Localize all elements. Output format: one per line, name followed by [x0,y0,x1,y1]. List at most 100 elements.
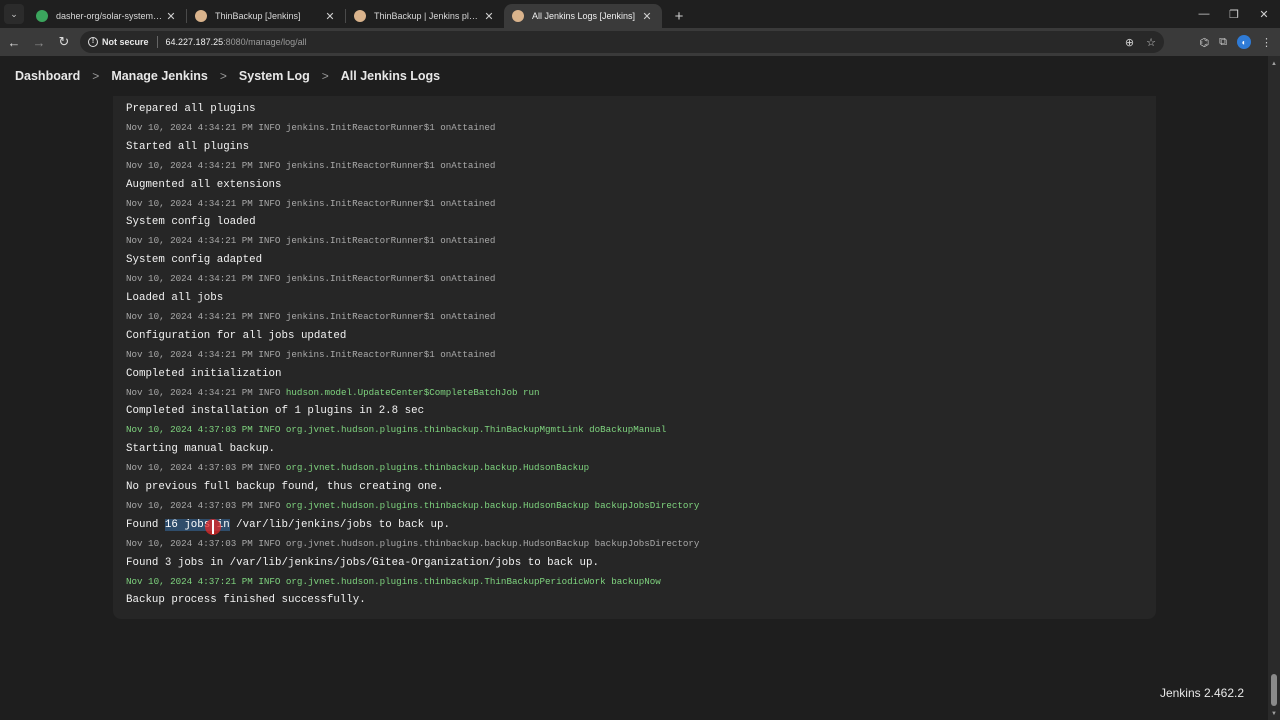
log-source: jenkins.InitReactorRunner$1 onAttained [285,235,496,247]
tab-close-icon[interactable]: ✕ [164,9,178,23]
log-timestamp: Nov 10, 2024 4:34:21 PM [126,310,253,322]
tab-close-icon[interactable]: ✕ [482,9,496,23]
back-icon[interactable]: ← [3,31,25,53]
close-window-icon[interactable]: ✕ [1248,0,1280,28]
tab-close-icon[interactable]: ✕ [323,9,337,23]
tab-favicon-icon [36,10,48,22]
log-source: jenkins.InitReactorRunner$1 onAttained [285,121,496,133]
bookmark-star-icon[interactable]: ☆ [1146,36,1156,49]
log-message: Starting manual backup. [126,443,276,456]
extension-icon[interactable]: ⌬ [1200,36,1210,49]
browser-tab[interactable]: ThinBackup [Jenkins] ✕ [187,4,345,28]
log-source: jenkins.InitReactorRunner$1 onAttained [285,197,496,209]
forward-icon[interactable]: → [28,31,50,53]
minimize-icon[interactable]: — [1188,0,1220,28]
log-timestamp: Nov 10, 2024 4:34:21 PM [126,159,253,171]
kebab-menu-icon[interactable]: ⋮ [1261,36,1272,49]
tab-favicon-icon [195,10,207,22]
new-tab-icon[interactable]: + [668,5,690,27]
profile-avatar[interactable]: ◐ [1237,35,1251,49]
scroll-up-icon[interactable]: ▲ [1268,58,1280,70]
log-level: INFO [258,197,281,209]
log-entry-header: Nov 10, 2024 4:37:03 PM INFO org.jvnet.h… [126,424,666,435]
log-level: INFO [258,386,281,398]
log-level: INFO [258,424,281,436]
scroll-down-icon[interactable]: ▼ [1268,708,1280,720]
text-cursor-icon [212,520,214,534]
log-timestamp: Nov 10, 2024 4:34:21 PM [126,386,253,398]
tab-strip: dasher-org/solar-system - solar✕ThinBack… [28,4,662,28]
log-message: Completed initialization [126,367,282,380]
log-level: INFO [258,310,281,322]
log-entry-header: Nov 10, 2024 4:37:03 PM INFO org.jvnet.h… [126,538,699,549]
log-level: INFO [258,462,281,474]
log-timestamp: Nov 10, 2024 4:34:21 PM [126,273,253,285]
log-level: INFO [258,121,281,133]
log-message: Prepared all plugins [126,103,256,115]
jenkins-version[interactable]: Jenkins 2.462.2 [1160,686,1244,700]
tab-title: All Jenkins Logs [Jenkins] [532,11,636,21]
zoom-icon[interactable]: ⊕ [1125,36,1134,49]
log-level: INFO [258,499,281,511]
browser-tab[interactable]: dasher-org/solar-system - solar✕ [28,4,186,28]
breadcrumb-item[interactable]: Manage Jenkins [111,69,208,83]
omnibox-actions: ⊕ ☆ [1125,31,1156,53]
log-level: INFO [258,348,281,360]
tab-search-icon[interactable]: ⌄ [4,4,24,24]
reload-icon[interactable]: ↻ [53,31,75,53]
log-timestamp: Nov 10, 2024 4:37:03 PM [126,424,253,436]
breadcrumb-item[interactable]: Dashboard [15,69,80,83]
tab-favicon-icon [354,10,366,22]
log-timestamp: Nov 10, 2024 4:34:21 PM [126,235,253,247]
log-message-text: /var/lib/jenkins/jobs to back up. [229,518,450,531]
tab-title: ThinBackup [Jenkins] [215,11,301,21]
log-timestamp: Nov 10, 2024 4:37:03 PM [126,499,253,511]
log-message: System config adapted [126,254,263,267]
log-entry-header: Nov 10, 2024 4:34:21 PM INFO jenkins.Ini… [126,273,495,284]
tab-title: dasher-org/solar-system - solar [56,11,164,21]
log-source: org.jvnet.hudson.plugins.thinbackup.back… [285,499,700,511]
log-message: No previous full backup found, thus crea… [126,481,444,493]
log-message: Found 16 jobs in /var/lib/jenkins/jobs t… [126,518,450,531]
log-message: System config loaded [126,216,256,229]
page-scrollbar[interactable]: ▲ ▼ [1268,56,1280,720]
tab-close-icon[interactable]: ✕ [640,9,654,23]
breadcrumb-item[interactable]: System Log [239,69,310,83]
scrollbar-thumb[interactable] [1271,674,1277,706]
browser-tab[interactable]: All Jenkins Logs [Jenkins] ✕ [504,4,662,28]
browser-tab[interactable]: ThinBackup | Jenkins plugin ✕ [346,4,504,28]
log-entry-header: Nov 10, 2024 4:34:21 PM INFO jenkins.Ini… [126,122,495,133]
log-message: Configuration for all jobs updated [126,329,347,342]
warning-icon: ! [88,37,98,47]
log-timestamp: Nov 10, 2024 4:37:03 PM [126,462,253,474]
log-entry-header: Nov 10, 2024 4:34:21 PM INFO jenkins.Ini… [126,349,495,360]
chevron-right-icon: > [321,69,329,83]
log-level: INFO [258,537,281,549]
restore-icon[interactable]: ❐ [1218,0,1250,28]
chevron-right-icon: > [219,69,227,83]
breadcrumb-item[interactable]: All Jenkins Logs [341,69,440,83]
log-source: hudson.model.UpdateCenter$CompleteBatchJ… [285,386,540,398]
log-timestamp: Nov 10, 2024 4:37:21 PM [126,575,253,587]
log-message: Started all plugins [126,140,250,153]
tab-favicon-icon [512,10,524,22]
log-entry-header: Nov 10, 2024 4:34:21 PM INFO hudson.mode… [126,387,540,398]
log-entry-header: Nov 10, 2024 4:34:21 PM INFO jenkins.Ini… [126,311,495,322]
browser-tab-bar: ⌄ dasher-org/solar-system - solar✕ThinBa… [0,0,1280,28]
log-entry-header: Nov 10, 2024 4:37:21 PM INFO org.jvnet.h… [126,576,661,587]
log-panel: Prepared all plugins Nov 10, 2024 4:34:21… [113,96,1156,619]
log-message: Augmented all extensions [126,178,282,191]
log-source: org.jvnet.hudson.plugins.thinbackup.Thin… [285,424,667,436]
url-host: 64.227.187.25 [165,37,224,47]
browser-actions: ⌬ ⧉ ◐ ⋮ [1200,28,1280,56]
log-source: org.jvnet.hudson.plugins.thinbackup.back… [285,462,590,474]
security-label[interactable]: Not secure [102,37,149,47]
log-timestamp: Nov 10, 2024 4:37:03 PM [126,537,253,549]
address-bar[interactable]: ! Not secure 64.227.187.25:8080/manage/l… [80,31,1164,53]
log-entry-header: Nov 10, 2024 4:37:03 PM INFO org.jvnet.h… [126,462,589,473]
log-timestamp: Nov 10, 2024 4:34:21 PM [126,348,253,360]
extensions-puzzle-icon[interactable]: ⧉ [1219,36,1227,49]
log-level: INFO [258,273,281,285]
log-source: jenkins.InitReactorRunner$1 onAttained [285,310,496,322]
log-entry-header: Nov 10, 2024 4:34:21 PM INFO jenkins.Ini… [126,160,495,171]
